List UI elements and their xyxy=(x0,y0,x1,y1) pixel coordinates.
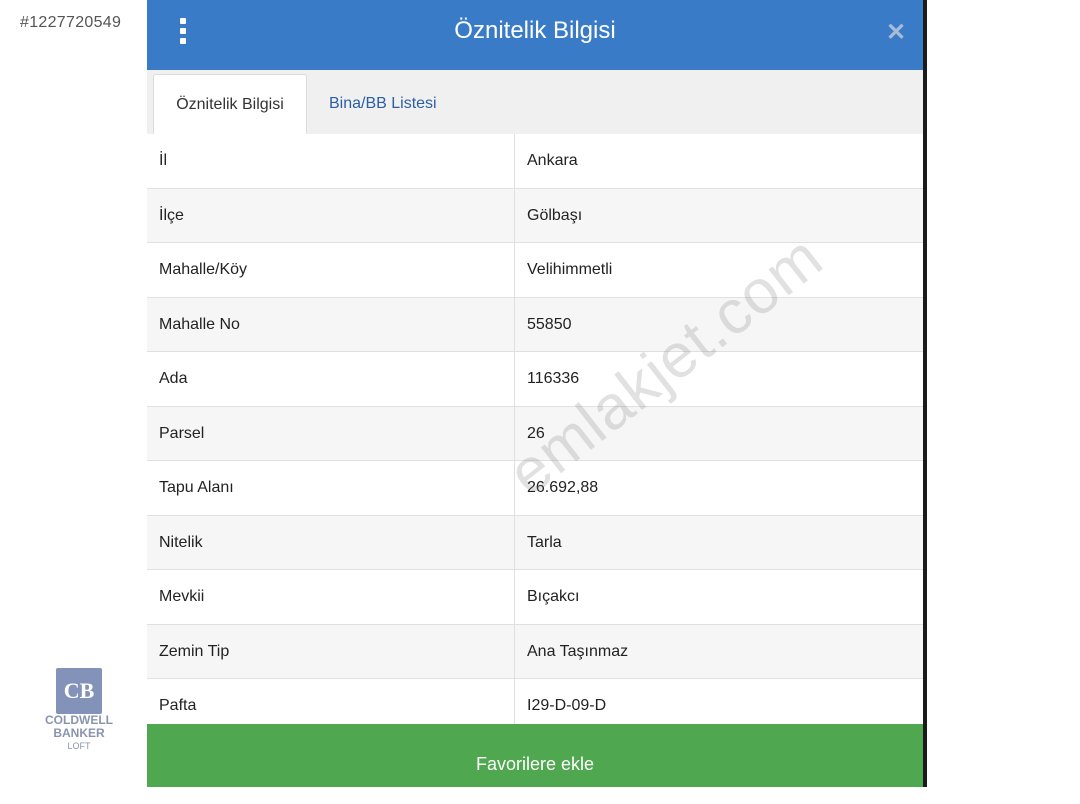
attribute-key: Parsel xyxy=(159,424,205,442)
table-row: İlçe Gölbaşı xyxy=(147,188,923,243)
table-row: Ada 116336 xyxy=(147,352,923,407)
attribute-table: İl Ankara İlçe Gölbaşı Mahalle/Köy Velih… xyxy=(147,134,923,734)
table-row: Tapu Alanı 26.692,88 xyxy=(147,461,923,516)
panel-header: Öznitelik Bilgisi ✕ xyxy=(147,0,923,70)
attribute-value: Tarla xyxy=(527,533,562,551)
table-row: Nitelik Tarla xyxy=(147,515,923,570)
attribute-value: Ana Taşınmaz xyxy=(527,642,629,660)
attribute-key: Ada xyxy=(159,370,188,387)
table-row: Mahalle No 55850 xyxy=(147,297,923,352)
coldwell-banker-logo: CB COLDWELL BANKER LOFT xyxy=(34,668,124,783)
attribute-key: Tapu Alanı xyxy=(159,479,234,496)
add-to-favorites-button[interactable]: Favorilere ekle xyxy=(147,724,923,787)
tab-building-list[interactable]: Bina/BB Listesi xyxy=(315,74,451,134)
attribute-key: Mahalle/Köy xyxy=(159,261,248,278)
attribute-value: 116336 xyxy=(527,370,580,387)
attribute-key: İl xyxy=(159,152,167,169)
table-row: İl Ankara xyxy=(147,134,923,189)
attribute-value: Velihimmetli xyxy=(527,261,613,278)
attribute-value: 26 xyxy=(527,424,545,442)
table-row: Parsel 26 xyxy=(147,406,923,461)
attribute-value: 55850 xyxy=(527,315,572,333)
attribute-key: İlçe xyxy=(159,206,184,224)
attribute-value: Gölbaşı xyxy=(527,206,583,224)
attribute-value: Ankara xyxy=(527,152,578,169)
attribute-key: Mevkii xyxy=(159,588,205,605)
logo-mark-icon: CB xyxy=(56,668,102,714)
attribute-panel: Öznitelik Bilgisi ✕ Öznitelik Bilgisi Bi… xyxy=(147,0,927,787)
attribute-key: Nitelik xyxy=(159,533,203,551)
tab-attribute-info[interactable]: Öznitelik Bilgisi xyxy=(153,74,307,134)
attribute-value: Bıçakcı xyxy=(527,588,580,605)
logo-line-2: BANKER xyxy=(53,726,105,740)
panel-title: Öznitelik Bilgisi xyxy=(454,17,616,44)
close-icon[interactable]: ✕ xyxy=(881,18,911,48)
listing-id: #1227720549 xyxy=(20,14,122,31)
attribute-value: 26.692,88 xyxy=(527,479,599,496)
attribute-key: Mahalle No xyxy=(159,315,240,333)
table-row: Zemin Tip Ana Taşınmaz xyxy=(147,624,923,679)
tab-bar: Öznitelik Bilgisi Bina/BB Listesi xyxy=(147,70,923,135)
table-row: Mahalle/Köy Velihimmetli xyxy=(147,243,923,298)
attribute-key: Zemin Tip xyxy=(159,642,230,660)
table-row: Mevkii Bıçakcı xyxy=(147,570,923,625)
logo-line-3: LOFT xyxy=(67,741,91,751)
